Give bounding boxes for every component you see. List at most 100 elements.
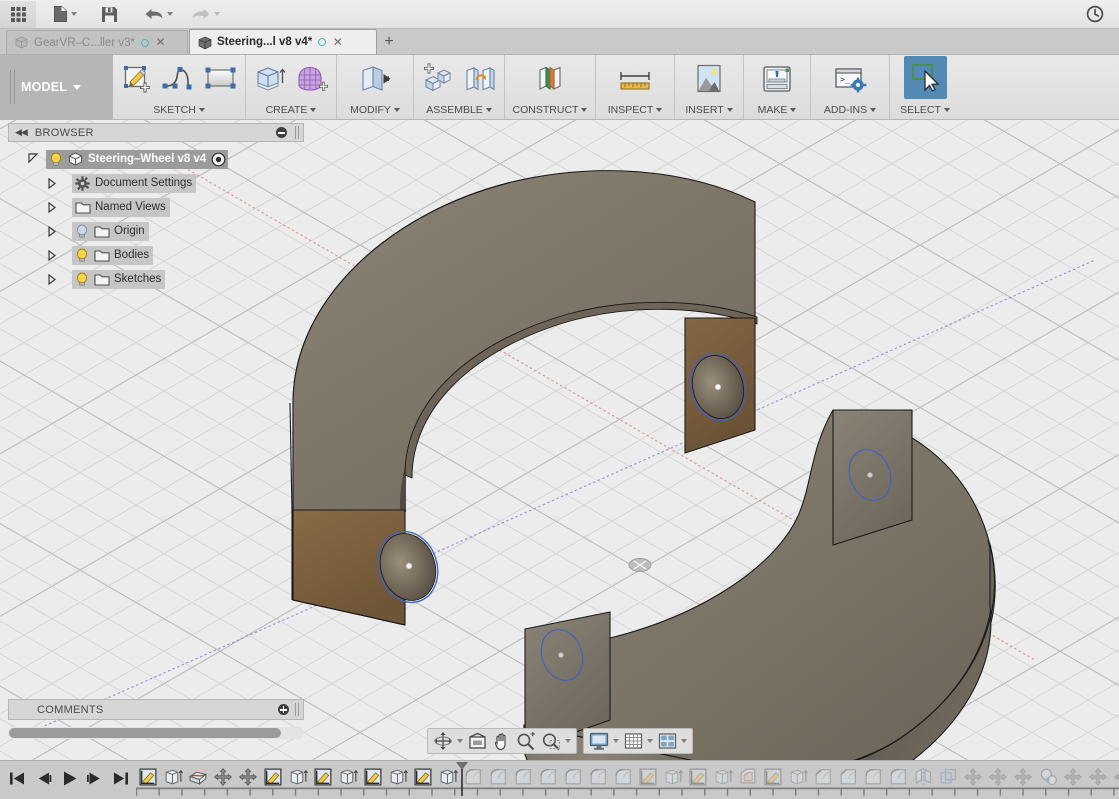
activate-target-icon[interactable] (211, 152, 226, 167)
lightbulb-on-icon[interactable] (49, 152, 63, 167)
tree-row-bodies[interactable]: Bodies (8, 243, 304, 267)
redo-button[interactable] (186, 1, 225, 28)
comments-resize-grip[interactable] (295, 703, 299, 716)
tree-node-sketches[interactable]: Sketches (72, 269, 166, 289)
origin-point-marker[interactable] (628, 558, 652, 572)
lightbulb-on-icon[interactable] (75, 248, 89, 263)
plus-circle-icon[interactable] (278, 704, 289, 715)
rectangle-button[interactable] (201, 59, 241, 99)
ribbon-panel-make-title[interactable]: MAKE (748, 102, 806, 117)
timeline-track[interactable] (136, 761, 1119, 799)
fit-button[interactable] (539, 730, 573, 752)
spline-button[interactable] (159, 59, 199, 99)
ribbon-panel-assemble-title[interactable]: ASSEMBLE (418, 102, 500, 117)
collapsed-triangle-icon[interactable] (46, 249, 60, 262)
job-status-button[interactable] (1081, 1, 1109, 28)
pan-button[interactable] (490, 730, 513, 752)
chevron-down-icon[interactable] (564, 739, 571, 743)
chevron-down-icon[interactable] (680, 739, 687, 743)
timeline-play-button[interactable] (58, 763, 80, 793)
ribbon-panel-addins-title[interactable]: ADD-INS (815, 102, 885, 117)
move-icon (214, 768, 232, 786)
joint-button[interactable] (460, 59, 500, 99)
ribbon-panel-modify-title[interactable]: MODIFY (341, 102, 409, 117)
ribbon-panel-select-title[interactable]: SELECT (894, 102, 956, 117)
fillet-icon (590, 768, 607, 785)
drag-grip[interactable] (10, 70, 15, 104)
orbit-button[interactable] (431, 730, 465, 752)
workspace-selector[interactable]: MODEL (0, 55, 113, 119)
collapsed-triangle-icon[interactable] (46, 201, 60, 214)
select-tool-button[interactable] (903, 56, 947, 99)
tree-row-document-settings[interactable]: Document Settings (8, 171, 304, 195)
fillet-icon (540, 768, 557, 785)
zoom-magnifier-icon (517, 731, 535, 750)
close-icon[interactable]: ✕ (155, 36, 166, 48)
arc-body-lower[interactable] (523, 409, 996, 760)
tree-node-bodies[interactable]: Bodies (72, 245, 154, 265)
form-button[interactable] (292, 59, 332, 99)
arc-body-upper[interactable] (289, 170, 758, 626)
ribbon-toolbar: MODEL SKETCH CREATE MODIFY ASSEMBLE CONS… (0, 55, 1119, 120)
tree-node-named-views[interactable]: Named Views (72, 197, 170, 217)
timeline-go-end-button[interactable] (110, 763, 132, 793)
lightbulb-on-icon[interactable] (75, 272, 89, 287)
viewports-button[interactable] (656, 730, 689, 752)
timeline-step-back-button[interactable] (32, 763, 54, 793)
press-pull-button[interactable] (355, 59, 395, 99)
chevron-down-icon[interactable] (646, 739, 653, 743)
chevron-down-icon[interactable] (612, 739, 619, 743)
insert-canvas-button[interactable] (689, 59, 729, 99)
comments-panel[interactable]: COMMENTS (8, 699, 304, 720)
browser-horizontal-scrollbar[interactable] (8, 727, 304, 739)
close-icon[interactable]: ✕ (332, 36, 343, 48)
collapsed-triangle-icon[interactable] (46, 273, 60, 286)
offset-plane-button[interactable] (530, 59, 570, 99)
collapsed-triangle-icon[interactable] (46, 177, 60, 190)
timeline-step-forward-button[interactable] (84, 763, 106, 793)
display-settings-button[interactable] (587, 730, 621, 752)
viewport-canvas[interactable]: ◀◀ BROWSER Steering–Wheel v8 v4 Document… (0, 120, 1119, 760)
new-component-button[interactable] (418, 59, 458, 99)
measure-button[interactable] (615, 59, 655, 99)
3d-print-button[interactable] (757, 59, 797, 99)
tree-node-origin[interactable]: Origin (72, 221, 149, 241)
ribbon-panel-sketch-title[interactable]: SKETCH (117, 102, 241, 117)
chevron-down-icon[interactable] (456, 739, 463, 743)
ribbon-panel-construct-title[interactable]: CONSTRUCT (509, 102, 591, 117)
tree-row-origin[interactable]: Origin (8, 219, 304, 243)
timeline-go-start-button[interactable] (6, 763, 28, 793)
zoom-button[interactable] (514, 730, 538, 752)
scripts-addins-button[interactable]: >_ (830, 59, 870, 99)
tree-row-root[interactable]: Steering–Wheel v8 v4 (8, 147, 304, 171)
document-tab-steering-wheel[interactable]: Steering...l v8 v4* ✕ (189, 29, 377, 54)
create-sketch-button[interactable] (117, 59, 157, 99)
tree-row-named-views[interactable]: Named Views (8, 195, 304, 219)
tree-row-sketches[interactable]: Sketches (8, 267, 304, 291)
pan-hand-icon (494, 732, 506, 750)
browser-resize-grip[interactable] (295, 126, 299, 139)
document-tab-gearvr[interactable]: GearVR–C...ller v3* ✕ (6, 30, 188, 54)
ribbon-panel-insert-title[interactable]: INSERT (679, 102, 739, 117)
panel-label: INSPECT (607, 103, 654, 116)
scrollbar-thumb[interactable] (9, 728, 281, 738)
minus-circle-icon[interactable] (276, 127, 287, 138)
lightbulb-off-icon[interactable] (75, 224, 89, 239)
ribbon-panel-inspect-title[interactable]: INSPECT (600, 102, 670, 117)
new-tab-button[interactable]: + (378, 30, 400, 54)
grid-snaps-button[interactable] (622, 730, 655, 752)
expanded-triangle-icon[interactable] (26, 152, 42, 166)
browser-header[interactable]: ◀◀ BROWSER (8, 123, 304, 142)
extrude-button[interactable] (250, 59, 290, 99)
ribbon-panel-create-title[interactable]: CREATE (250, 102, 332, 117)
collapsed-triangle-icon[interactable] (46, 225, 60, 238)
app-grid-button[interactable] (0, 0, 36, 28)
timeline-marker[interactable] (455, 761, 469, 797)
tree-node-steering-wheel[interactable]: Steering–Wheel v8 v4 (46, 149, 229, 169)
tree-node-document-settings[interactable]: Document Settings (72, 173, 197, 193)
look-at-button[interactable] (466, 730, 489, 752)
undo-button[interactable] (139, 1, 178, 28)
save-button[interactable] (96, 1, 123, 28)
double-left-chevron-icon[interactable]: ◀◀ (15, 128, 28, 138)
file-button[interactable] (48, 1, 82, 28)
